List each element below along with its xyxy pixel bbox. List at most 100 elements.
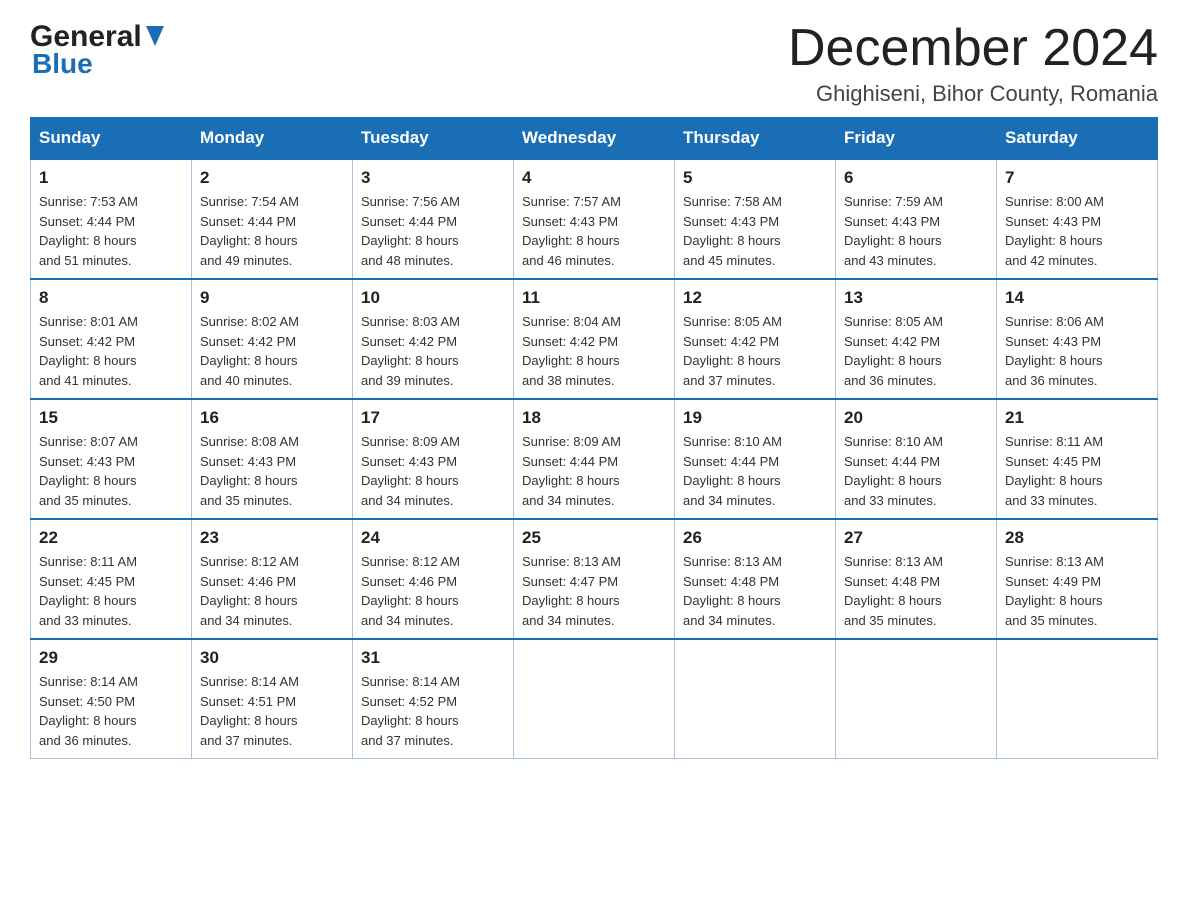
day-number: 28 bbox=[1005, 528, 1149, 548]
table-row: 11 Sunrise: 8:04 AMSunset: 4:42 PMDayligh… bbox=[514, 279, 675, 399]
header-monday: Monday bbox=[192, 118, 353, 160]
table-row: 30Sunrise: 8:14 AMSunset: 4:51 PMDayligh… bbox=[192, 639, 353, 759]
page-header: General Blue December 2024 Ghighiseni, B… bbox=[30, 20, 1158, 107]
day-info: Sunrise: 8:01 AMSunset: 4:42 PMDaylight:… bbox=[39, 312, 183, 390]
day-number: 26 bbox=[683, 528, 827, 548]
table-row: 16 Sunrise: 8:08 AMSunset: 4:43 PMDayligh… bbox=[192, 399, 353, 519]
calendar-week-row: 8 Sunrise: 8:01 AMSunset: 4:42 PMDaylight… bbox=[31, 279, 1158, 399]
table-row: 18Sunrise: 8:09 AMSunset: 4:44 PMDayligh… bbox=[514, 399, 675, 519]
header-wednesday: Wednesday bbox=[514, 118, 675, 160]
table-row: 14 Sunrise: 8:06 AMSunset: 4:43 PMDayligh… bbox=[997, 279, 1158, 399]
day-info: Sunrise: 7:57 AMSunset: 4:43 PMDaylight:… bbox=[522, 192, 666, 270]
table-row bbox=[514, 639, 675, 759]
day-info: Sunrise: 8:14 AMSunset: 4:51 PMDaylight:… bbox=[200, 672, 344, 750]
table-row: 17 Sunrise: 8:09 AMSunset: 4:43 PMDayligh… bbox=[353, 399, 514, 519]
calendar-week-row: 22 Sunrise: 8:11 AMSunset: 4:45 PMDayligh… bbox=[31, 519, 1158, 639]
header-thursday: Thursday bbox=[675, 118, 836, 160]
table-row: 12 Sunrise: 8:05 AMSunset: 4:42 PMDayligh… bbox=[675, 279, 836, 399]
logo: General Blue bbox=[30, 20, 164, 80]
day-info: Sunrise: 8:08 AMSunset: 4:43 PMDaylight:… bbox=[200, 432, 344, 510]
day-info: Sunrise: 8:13 AMSunset: 4:47 PMDaylight:… bbox=[522, 552, 666, 630]
day-info: Sunrise: 8:11 AMSunset: 4:45 PMDaylight:… bbox=[39, 552, 183, 630]
day-info: Sunrise: 8:09 AMSunset: 4:43 PMDaylight:… bbox=[361, 432, 505, 510]
table-row: 6Sunrise: 7:59 AMSunset: 4:43 PMDaylight… bbox=[836, 159, 997, 279]
day-info: Sunrise: 8:14 AMSunset: 4:50 PMDaylight:… bbox=[39, 672, 183, 750]
table-row: 1 Sunrise: 7:53 AMSunset: 4:44 PMDaylight… bbox=[31, 159, 192, 279]
day-info: Sunrise: 8:12 AMSunset: 4:46 PMDaylight:… bbox=[200, 552, 344, 630]
day-info: Sunrise: 8:09 AMSunset: 4:44 PMDaylight:… bbox=[522, 432, 666, 510]
table-row: 15 Sunrise: 8:07 AMSunset: 4:43 PMDayligh… bbox=[31, 399, 192, 519]
day-number: 25 bbox=[522, 528, 666, 548]
table-row: 23 Sunrise: 8:12 AMSunset: 4:46 PMDayligh… bbox=[192, 519, 353, 639]
location-title: Ghighiseni, Bihor County, Romania bbox=[788, 81, 1158, 107]
day-number: 19 bbox=[683, 408, 827, 428]
day-info: Sunrise: 8:00 AMSunset: 4:43 PMDaylight:… bbox=[1005, 192, 1149, 270]
table-row: 5 Sunrise: 7:58 AMSunset: 4:43 PMDaylight… bbox=[675, 159, 836, 279]
day-number: 14 bbox=[1005, 288, 1149, 308]
day-info: Sunrise: 8:02 AMSunset: 4:42 PMDaylight:… bbox=[200, 312, 344, 390]
day-number: 23 bbox=[200, 528, 344, 548]
day-number: 21 bbox=[1005, 408, 1149, 428]
table-row: 10 Sunrise: 8:03 AMSunset: 4:42 PMDayligh… bbox=[353, 279, 514, 399]
table-row: 8 Sunrise: 8:01 AMSunset: 4:42 PMDaylight… bbox=[31, 279, 192, 399]
day-number: 1 bbox=[39, 168, 183, 188]
day-number: 10 bbox=[361, 288, 505, 308]
title-section: December 2024 Ghighiseni, Bihor County, … bbox=[788, 20, 1158, 107]
header-friday: Friday bbox=[836, 118, 997, 160]
day-number: 27 bbox=[844, 528, 988, 548]
table-row: 20 Sunrise: 8:10 AMSunset: 4:44 PMDayligh… bbox=[836, 399, 997, 519]
day-number: 3 bbox=[361, 168, 505, 188]
day-number: 11 bbox=[522, 288, 666, 308]
day-number: 20 bbox=[844, 408, 988, 428]
day-info: Sunrise: 8:13 AMSunset: 4:48 PMDaylight:… bbox=[844, 552, 988, 630]
table-row: 28Sunrise: 8:13 AMSunset: 4:49 PMDayligh… bbox=[997, 519, 1158, 639]
day-number: 17 bbox=[361, 408, 505, 428]
calendar-table: Sunday Monday Tuesday Wednesday Thursday… bbox=[30, 117, 1158, 759]
day-number: 16 bbox=[200, 408, 344, 428]
day-info: Sunrise: 8:10 AMSunset: 4:44 PMDaylight:… bbox=[844, 432, 988, 510]
table-row: 31Sunrise: 8:14 AMSunset: 4:52 PMDayligh… bbox=[353, 639, 514, 759]
table-row: 21 Sunrise: 8:11 AMSunset: 4:45 PMDayligh… bbox=[997, 399, 1158, 519]
day-number: 9 bbox=[200, 288, 344, 308]
day-number: 31 bbox=[361, 648, 505, 668]
day-number: 8 bbox=[39, 288, 183, 308]
day-number: 12 bbox=[683, 288, 827, 308]
day-number: 29 bbox=[39, 648, 183, 668]
table-row bbox=[836, 639, 997, 759]
header-tuesday: Tuesday bbox=[353, 118, 514, 160]
day-info: Sunrise: 7:58 AMSunset: 4:43 PMDaylight:… bbox=[683, 192, 827, 270]
table-row: 4 Sunrise: 7:57 AMSunset: 4:43 PMDaylight… bbox=[514, 159, 675, 279]
day-info: Sunrise: 8:06 AMSunset: 4:43 PMDaylight:… bbox=[1005, 312, 1149, 390]
table-row: 7 Sunrise: 8:00 AMSunset: 4:43 PMDaylight… bbox=[997, 159, 1158, 279]
day-info: Sunrise: 8:11 AMSunset: 4:45 PMDaylight:… bbox=[1005, 432, 1149, 510]
calendar-week-row: 15 Sunrise: 8:07 AMSunset: 4:43 PMDayligh… bbox=[31, 399, 1158, 519]
day-number: 2 bbox=[200, 168, 344, 188]
table-row: 9 Sunrise: 8:02 AMSunset: 4:42 PMDaylight… bbox=[192, 279, 353, 399]
day-number: 15 bbox=[39, 408, 183, 428]
table-row: 19Sunrise: 8:10 AMSunset: 4:44 PMDayligh… bbox=[675, 399, 836, 519]
table-row: 24Sunrise: 8:12 AMSunset: 4:46 PMDayligh… bbox=[353, 519, 514, 639]
day-info: Sunrise: 8:05 AMSunset: 4:42 PMDaylight:… bbox=[683, 312, 827, 390]
logo-blue-text: Blue bbox=[32, 48, 93, 80]
day-info: Sunrise: 8:03 AMSunset: 4:42 PMDaylight:… bbox=[361, 312, 505, 390]
day-info: Sunrise: 8:13 AMSunset: 4:48 PMDaylight:… bbox=[683, 552, 827, 630]
table-row: 13Sunrise: 8:05 AMSunset: 4:42 PMDayligh… bbox=[836, 279, 997, 399]
day-info: Sunrise: 7:56 AMSunset: 4:44 PMDaylight:… bbox=[361, 192, 505, 270]
day-number: 4 bbox=[522, 168, 666, 188]
day-info: Sunrise: 8:04 AMSunset: 4:42 PMDaylight:… bbox=[522, 312, 666, 390]
day-number: 22 bbox=[39, 528, 183, 548]
day-number: 5 bbox=[683, 168, 827, 188]
calendar-header-row: Sunday Monday Tuesday Wednesday Thursday… bbox=[31, 118, 1158, 160]
calendar-week-row: 29 Sunrise: 8:14 AMSunset: 4:50 PMDayligh… bbox=[31, 639, 1158, 759]
header-saturday: Saturday bbox=[997, 118, 1158, 160]
day-info: Sunrise: 7:53 AMSunset: 4:44 PMDaylight:… bbox=[39, 192, 183, 270]
month-title: December 2024 bbox=[788, 20, 1158, 77]
day-info: Sunrise: 8:07 AMSunset: 4:43 PMDaylight:… bbox=[39, 432, 183, 510]
day-number: 6 bbox=[844, 168, 988, 188]
table-row bbox=[997, 639, 1158, 759]
day-info: Sunrise: 8:12 AMSunset: 4:46 PMDaylight:… bbox=[361, 552, 505, 630]
header-sunday: Sunday bbox=[31, 118, 192, 160]
table-row bbox=[675, 639, 836, 759]
table-row: 25 Sunrise: 8:13 AMSunset: 4:47 PMDayligh… bbox=[514, 519, 675, 639]
day-number: 7 bbox=[1005, 168, 1149, 188]
